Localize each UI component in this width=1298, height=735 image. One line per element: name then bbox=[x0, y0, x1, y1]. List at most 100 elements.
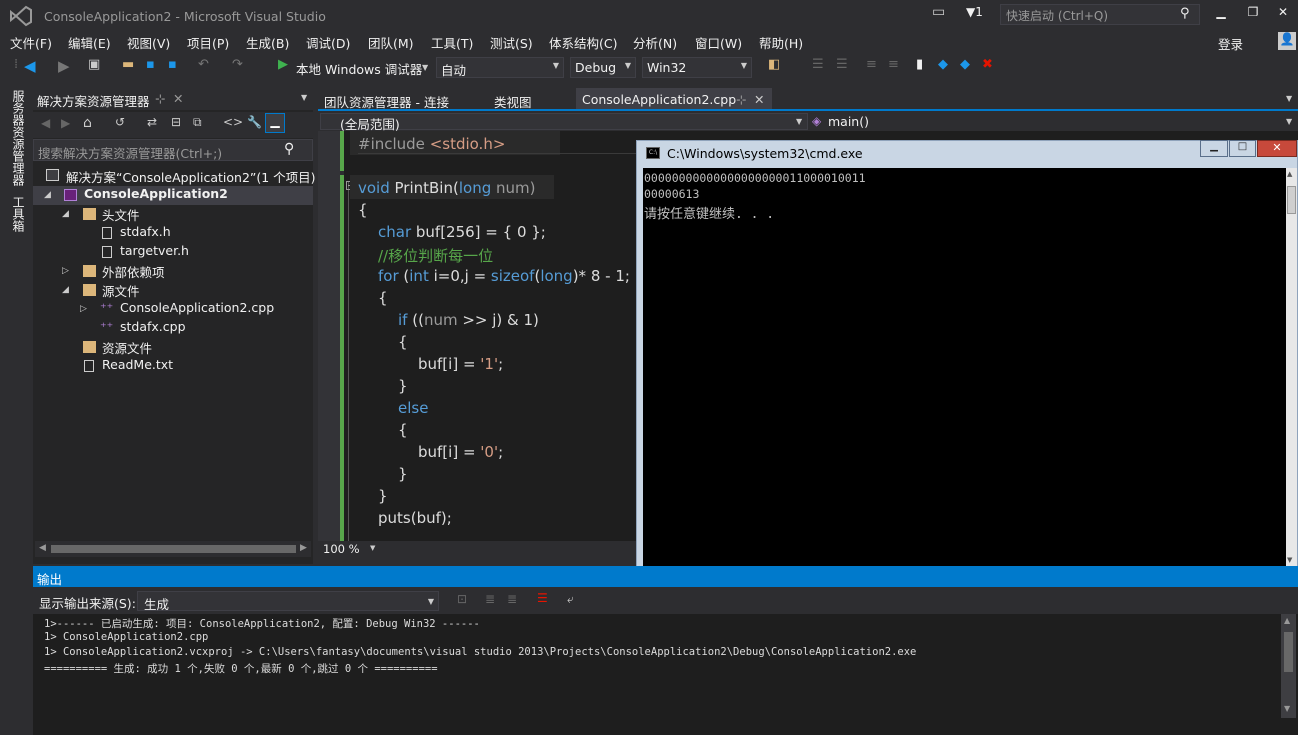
start-debug-icon[interactable]: ▶ bbox=[278, 57, 288, 77]
tree-resource-files[interactable]: 资源文件 bbox=[102, 338, 152, 357]
maximize-button[interactable]: ❐ bbox=[1240, 5, 1266, 19]
debugger-button[interactable]: 本地 Windows 调试器 bbox=[296, 59, 422, 79]
scroll-thumb[interactable] bbox=[1284, 632, 1293, 672]
tree-project[interactable]: ConsoleApplication2 bbox=[84, 186, 228, 201]
properties-icon[interactable]: 🔧 bbox=[247, 115, 262, 129]
menu-analyze[interactable]: 分析(N) bbox=[633, 33, 677, 52]
menu-build[interactable]: 生成(B) bbox=[246, 33, 289, 52]
show-all-files-icon[interactable]: ⧉ bbox=[193, 115, 202, 130]
member-dropdown[interactable]: main() bbox=[828, 114, 869, 129]
expand-triangle-icon[interactable]: ◢ bbox=[62, 285, 69, 295]
search-icon[interactable]: ⚲ bbox=[284, 141, 294, 157]
scroll-left-icon[interactable]: ◀ bbox=[39, 543, 46, 553]
chevron-down-icon[interactable]: ▼ bbox=[301, 93, 307, 102]
menu-view[interactable]: 视图(V) bbox=[127, 33, 170, 52]
cmd-scrollbar[interactable]: ▲ ▼ bbox=[1286, 168, 1297, 568]
close-icon[interactable]: ✕ bbox=[173, 91, 183, 106]
toolbox-tab[interactable]: 工具箱 bbox=[10, 196, 27, 232]
platform-select[interactable]: Win32 ▼ bbox=[642, 57, 752, 78]
menu-test[interactable]: 测试(S) bbox=[490, 33, 533, 52]
pin-icon[interactable]: ⊹ bbox=[155, 91, 165, 106]
back-icon[interactable]: ◀ bbox=[24, 57, 36, 77]
tab-active-document[interactable]: ConsoleApplication2.cpp ⊹ ✕ bbox=[576, 88, 772, 110]
tree-external-deps[interactable]: 外部依赖项 bbox=[102, 262, 165, 281]
tree-solution[interactable]: 解决方案“ConsoleApplication2”(1 个项目) bbox=[66, 167, 316, 186]
chevron-down-icon[interactable]: ▼ bbox=[422, 63, 428, 83]
tree-stdafx-cpp[interactable]: stdafx.cpp bbox=[120, 319, 186, 334]
outdent-icon[interactable]: ≡ bbox=[888, 57, 899, 77]
menu-edit[interactable]: 编辑(E) bbox=[68, 33, 111, 52]
collapse-triangle-icon[interactable]: ▷ bbox=[62, 266, 69, 276]
back-icon[interactable]: ◀ bbox=[41, 116, 50, 130]
tab-class-view[interactable]: 类视图 bbox=[488, 88, 538, 110]
tree-targetver-h[interactable]: targetver.h bbox=[120, 243, 189, 258]
solution-config-select[interactable]: 自动 ▼ bbox=[436, 57, 564, 78]
avatar-icon[interactable]: 👤 bbox=[1278, 32, 1296, 50]
scroll-thumb[interactable] bbox=[1287, 186, 1296, 214]
tree-source-files[interactable]: 源文件 bbox=[102, 281, 140, 300]
output-source-select[interactable]: 生成 ▼ bbox=[137, 591, 439, 612]
horizontal-scrollbar[interactable]: ◀ ▶ bbox=[35, 541, 311, 557]
goto-line-icon[interactable]: ⊡ bbox=[457, 592, 467, 606]
quick-launch-input[interactable]: 快速启动 (Ctrl+Q) bbox=[1000, 4, 1200, 25]
undo-icon[interactable]: ↶ bbox=[198, 57, 209, 77]
next-bookmark-icon[interactable]: ◆ bbox=[960, 57, 970, 77]
zoom-select[interactable]: 100 % ▼ bbox=[318, 541, 380, 557]
forward-icon[interactable]: ▶ bbox=[61, 116, 70, 130]
comment-icon[interactable]: ☰ bbox=[812, 57, 824, 77]
search-icon[interactable]: ⚲ bbox=[1180, 6, 1190, 21]
tab-team-explorer[interactable]: 团队资源管理器 - 连接 bbox=[318, 88, 455, 110]
close-button[interactable]: ✕ bbox=[1270, 5, 1296, 19]
history-icon[interactable]: ↺ bbox=[115, 115, 125, 129]
pin-icon[interactable]: ⊹ bbox=[736, 92, 746, 107]
clear-bookmarks-icon[interactable]: ✖ bbox=[982, 57, 993, 77]
collapse-all-icon[interactable]: ⊟ bbox=[171, 115, 181, 129]
output-scrollbar[interactable]: ▲ ▼ bbox=[1281, 614, 1296, 718]
login-link[interactable]: 登录 bbox=[1218, 34, 1243, 53]
save-all-icon[interactable]: ▪ bbox=[168, 57, 177, 77]
indent-icon[interactable]: ≡ bbox=[866, 57, 877, 77]
configuration-select[interactable]: Debug ▼ bbox=[570, 57, 636, 78]
server-explorer-tab[interactable]: 服务器资源管理器 bbox=[10, 90, 27, 186]
forward-icon[interactable]: ▶ bbox=[58, 57, 70, 77]
tree-header-files[interactable]: 头文件 bbox=[102, 205, 140, 224]
menu-project[interactable]: 项目(P) bbox=[187, 33, 229, 52]
home-icon[interactable]: ⌂ bbox=[83, 115, 92, 131]
preview-icon[interactable]: ▁ bbox=[265, 113, 285, 133]
word-wrap-icon[interactable]: ⤶ bbox=[567, 592, 574, 607]
tab-overflow-chevron-icon[interactable]: ▼ bbox=[1286, 94, 1292, 103]
minimize-button[interactable]: ▁ bbox=[1208, 5, 1234, 19]
menu-window[interactable]: 窗口(W) bbox=[695, 33, 742, 52]
menu-debug[interactable]: 调试(D) bbox=[306, 33, 350, 52]
tree-readme[interactable]: ReadMe.txt bbox=[102, 357, 173, 372]
view-code-icon[interactable]: <> bbox=[223, 115, 243, 129]
menu-help[interactable]: 帮助(H) bbox=[759, 33, 803, 52]
prev-bookmark-icon[interactable]: ◆ bbox=[938, 57, 948, 77]
open-file-icon[interactable]: ▬ bbox=[122, 57, 134, 77]
scroll-down-icon[interactable]: ▼ bbox=[1284, 704, 1290, 713]
tree-main-cpp[interactable]: ConsoleApplication2.cpp bbox=[120, 300, 274, 315]
scroll-right-icon[interactable]: ▶ bbox=[300, 543, 307, 553]
feedback-icon[interactable]: ▭ bbox=[932, 4, 945, 20]
clear-all-icon[interactable]: ☰ bbox=[537, 591, 548, 605]
tree-stdafx-h[interactable]: stdafx.h bbox=[120, 224, 171, 239]
expand-triangle-icon[interactable]: ◢ bbox=[62, 209, 69, 219]
solution-search-input[interactable]: 搜索解决方案资源管理器(Ctrl+;) bbox=[33, 139, 313, 161]
new-project-icon[interactable]: ▣ bbox=[88, 57, 100, 77]
scroll-up-icon[interactable]: ▲ bbox=[1284, 616, 1290, 625]
uncomment-icon[interactable]: ☰ bbox=[836, 57, 848, 77]
prev-message-icon[interactable]: ≣ bbox=[485, 592, 495, 606]
save-icon[interactable]: ▪ bbox=[146, 57, 155, 77]
expand-triangle-icon[interactable]: ◢ bbox=[44, 190, 51, 200]
collapse-triangle-icon[interactable]: ▷ bbox=[80, 304, 87, 314]
sync-icon[interactable]: ⇄ bbox=[147, 115, 157, 129]
menu-file[interactable]: 文件(F) bbox=[10, 33, 52, 52]
cmd-console-area[interactable] bbox=[643, 168, 1286, 568]
next-message-icon[interactable]: ≣ bbox=[507, 592, 517, 606]
close-icon[interactable]: ✕ bbox=[754, 92, 764, 107]
cmd-minimize-button[interactable]: ▁ bbox=[1200, 140, 1228, 157]
menu-team[interactable]: 团队(M) bbox=[368, 33, 414, 52]
find-in-files-icon[interactable]: ◧ bbox=[768, 57, 780, 77]
scroll-up-icon[interactable]: ▲ bbox=[1287, 170, 1292, 178]
notification-flag[interactable]: ▼1 bbox=[966, 5, 983, 19]
